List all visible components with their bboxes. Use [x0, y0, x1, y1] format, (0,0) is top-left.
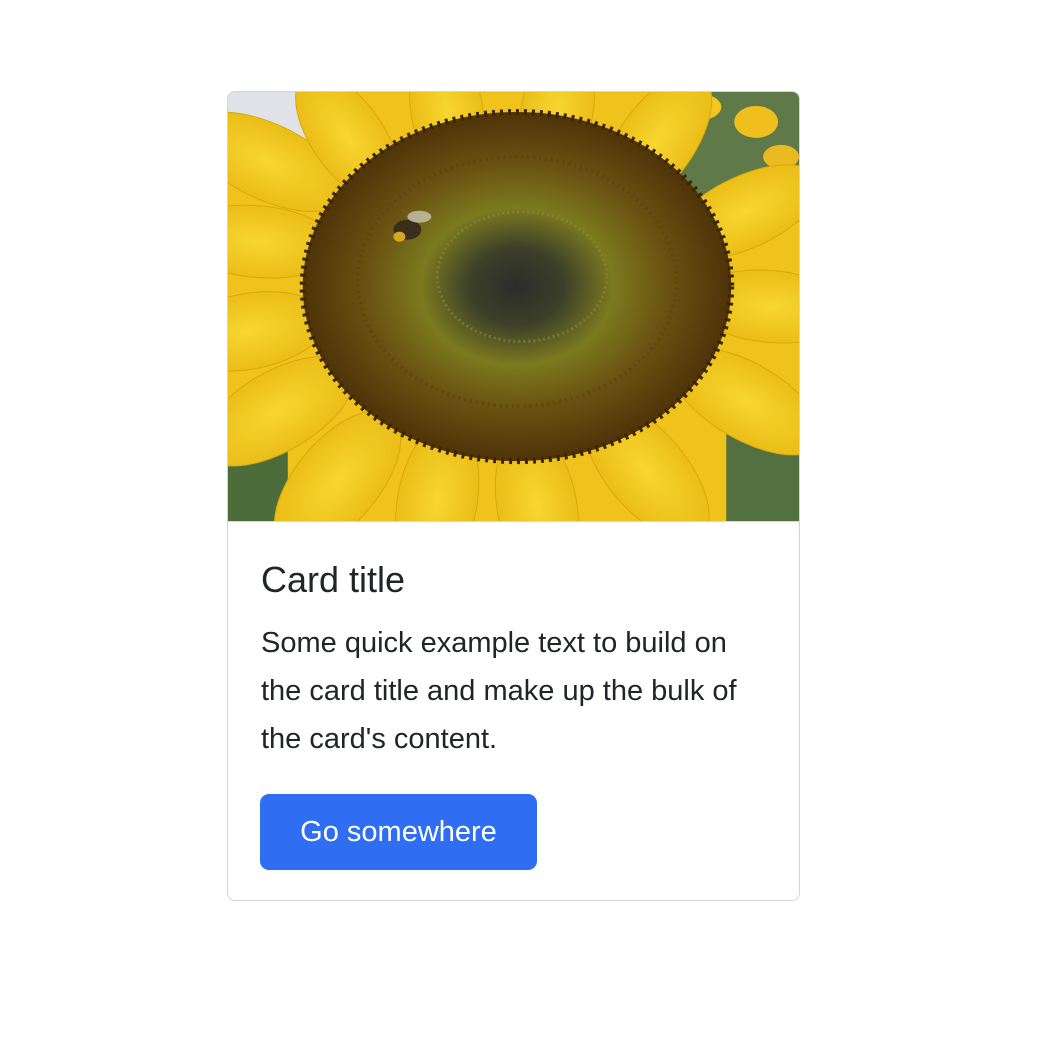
go-somewhere-button[interactable]: Go somewhere: [260, 794, 537, 870]
card: Card title Some quick example text to bu…: [227, 91, 800, 901]
sunflower-image: [228, 92, 799, 522]
card-title: Card title: [261, 559, 406, 600]
card-text: Some quick example text to build on the …: [261, 627, 737, 755]
